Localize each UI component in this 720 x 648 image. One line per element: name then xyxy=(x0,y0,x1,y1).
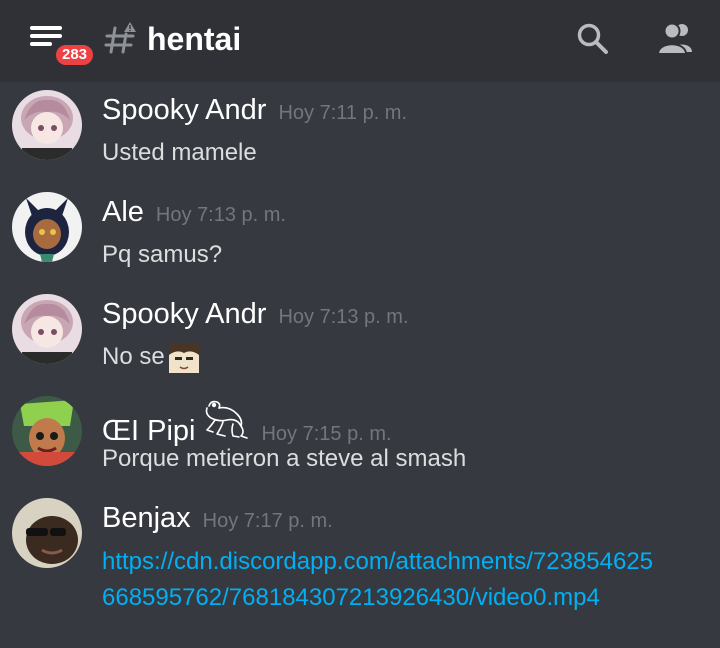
message-text: Porque metieron a steve al smash xyxy=(102,445,467,472)
message-item: ŒI Pipi Hoy 7:15 p. m. Porque metieron a… xyxy=(0,396,720,492)
avatar[interactable] xyxy=(12,192,82,262)
message-item: Benjax Hoy 7:17 p. m. https://cdn.discor… xyxy=(0,498,720,648)
message-item: Ale Hoy 7:13 p. m. Pq samus? xyxy=(0,192,720,288)
custom-emoji-icon[interactable] xyxy=(168,342,199,373)
avatar[interactable] xyxy=(12,294,82,364)
menu-bar xyxy=(30,34,62,38)
message-text: No se xyxy=(102,343,165,370)
members-icon[interactable] xyxy=(656,20,696,56)
timestamp: Hoy 7:17 p. m. xyxy=(202,510,333,532)
avatar[interactable] xyxy=(12,90,82,160)
timestamp: Hoy 7:13 p. m. xyxy=(155,204,286,226)
username[interactable]: Spooky Andr xyxy=(102,294,266,334)
message-item: Spooky Andr Hoy 7:13 p. m. No se xyxy=(0,294,720,390)
message-header: Ale Hoy 7:13 p. m. xyxy=(102,192,286,232)
username[interactable]: Ale xyxy=(102,192,144,232)
message-header: Benjax Hoy 7:17 p. m. xyxy=(102,498,333,538)
message-item: Spooky Andr Hoy 7:11 p. m. Usted mamele xyxy=(0,90,720,186)
username[interactable]: Spooky Andr xyxy=(102,90,266,130)
message-header: Spooky Andr Hoy 7:13 p. m. xyxy=(102,294,409,334)
channel-header: 283 hentai xyxy=(0,0,720,82)
message-header: ŒI Pipi Hoy 7:15 p. m. xyxy=(102,396,392,447)
unread-badge: 283 xyxy=(53,42,97,68)
hash-icon xyxy=(104,22,136,54)
menu-bar xyxy=(30,42,52,46)
frog-icon xyxy=(206,400,249,439)
attachment-link[interactable]: https://cdn.discordapp.com/attachments/7… xyxy=(102,544,662,616)
message-text: Usted mamele xyxy=(102,139,257,166)
message-content: No se xyxy=(102,340,199,374)
timestamp: Hoy 7:13 p. m. xyxy=(278,306,409,328)
username[interactable]: Benjax xyxy=(102,498,191,538)
search-icon[interactable] xyxy=(576,22,610,56)
menu-bar xyxy=(30,26,62,30)
message-text: Pq samus? xyxy=(102,241,223,268)
timestamp: Hoy 7:11 p. m. xyxy=(278,102,408,124)
message-list: Spooky Andr Hoy 7:11 p. m. Usted mamele … xyxy=(0,82,720,647)
avatar[interactable] xyxy=(12,396,82,466)
avatar[interactable] xyxy=(12,498,82,568)
message-header: Spooky Andr Hoy 7:11 p. m. xyxy=(102,90,407,130)
channel-name: hentai xyxy=(147,21,242,57)
